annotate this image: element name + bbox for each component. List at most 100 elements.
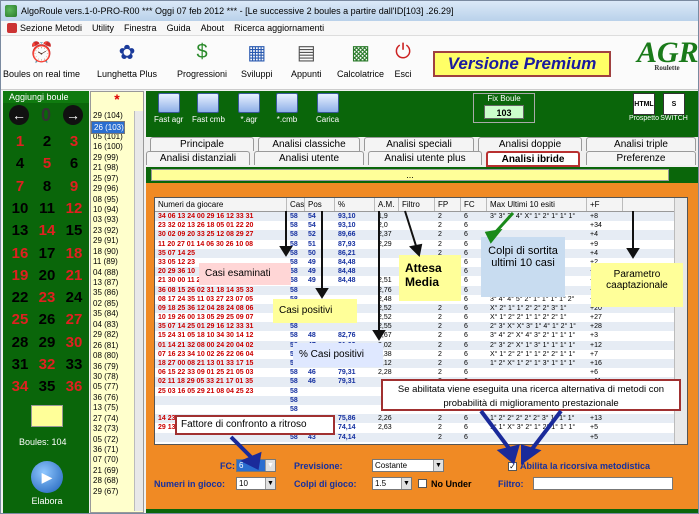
number-7[interactable]: 7	[7, 176, 33, 198]
history-item[interactable]: 13 (87)	[91, 278, 135, 288]
number-30[interactable]: 30	[61, 332, 87, 354]
no-under-checkbox[interactable]	[418, 479, 427, 488]
number-12[interactable]: 12	[61, 198, 87, 220]
history-item[interactable]: 29 (96)	[91, 184, 135, 194]
history-item[interactable]: 29 (67)	[91, 487, 135, 497]
history-item[interactable]: 28 (68)	[91, 476, 135, 486]
table-row[interactable]: 23 32 02 13 26 18 05 01 22 20 58 54 93,10 2,…	[155, 221, 675, 230]
number-11[interactable]: 11	[34, 198, 60, 220]
numeri-select[interactable]: 10 ▼	[236, 477, 276, 490]
history-item[interactable]: 26 (81)	[91, 341, 135, 351]
fastcmb-button[interactable]: Fast cmb	[192, 93, 225, 124]
sviluppi-button[interactable]: ▦ Sviluppi	[241, 38, 273, 80]
grid-header-2[interactable]: Pos	[305, 198, 335, 211]
table-row[interactable]: 18 27 00 08 21 13 01 33 17 15584781,032,…	[155, 359, 675, 369]
fix-boule-value[interactable]: 103	[484, 105, 524, 119]
history-item[interactable]: 16 (100)	[91, 142, 135, 152]
grid-header-8[interactable]: Max Ultimi 10 esiti	[487, 198, 587, 211]
history-item[interactable]: 36 (76)	[91, 393, 135, 403]
colpi-select[interactable]: 1.5 ▼	[372, 477, 412, 490]
tab-principale[interactable]: Principale	[150, 137, 254, 151]
history-item[interactable]: 29 (99)	[91, 153, 135, 163]
history-item[interactable]: 32 (73)	[91, 424, 135, 434]
number-5[interactable]: 5	[34, 153, 60, 175]
grid-header-5[interactable]: Filtro	[399, 198, 435, 211]
grid-header-3[interactable]: %	[335, 198, 375, 211]
table-row[interactable]: 15 24 31 05 18 10 34 30 14 12 58 48 82,76 2,…	[155, 331, 675, 340]
number-2[interactable]: 2	[34, 131, 60, 153]
agr-button[interactable]: *.agr	[238, 93, 260, 124]
history-item[interactable]: 25 (97)	[91, 174, 135, 184]
ricorsiva-checkbox[interactable]: ✓	[508, 462, 517, 471]
tab-analisi-distanziali[interactable]: Analisi distanziali	[146, 151, 250, 165]
grid-header-10[interactable]	[623, 198, 675, 211]
history-item[interactable]: 27 (74)	[91, 414, 135, 424]
history-item[interactable]: 02 (85)	[91, 299, 135, 309]
menu-ricerca-aggiornamenti[interactable]: Ricerca aggiornamenti	[234, 23, 324, 33]
history-item[interactable]: 23 (92)	[91, 226, 135, 236]
number-17[interactable]: 17	[34, 243, 60, 265]
esci-button[interactable]: ⏻ Esci	[389, 38, 417, 80]
tab-analisi-doppie[interactable]: Analisi doppie	[478, 137, 582, 151]
history-item[interactable]: 21 (98)	[91, 163, 135, 173]
history-item[interactable]: 04 (88)	[91, 268, 135, 278]
grid-header-7[interactable]: FC	[461, 198, 487, 211]
history-item[interactable]: 05 (77)	[91, 382, 135, 392]
number-19[interactable]: 19	[7, 265, 33, 287]
switch-button[interactable]: S SWITCH	[660, 93, 688, 123]
tab-analisi-classiche[interactable]: Analisi classiche	[258, 137, 360, 151]
cmb-button[interactable]: *.cmb	[276, 93, 298, 124]
number-15[interactable]: 15	[61, 220, 87, 242]
number-32[interactable]: 32	[34, 354, 60, 376]
number-3[interactable]: 3	[61, 131, 87, 153]
history-item[interactable]: 07 (70)	[91, 455, 135, 465]
grid-header-9[interactable]: +F	[587, 198, 623, 211]
history-item[interactable]: 35 (84)	[91, 309, 135, 319]
tab-analisi-triple[interactable]: Analisi triple	[586, 137, 696, 151]
tab-analisi-speciali[interactable]: Analisi speciali	[364, 137, 474, 151]
table-row[interactable]: 10 19 26 00 13 05 29 25 09 07582,5226X° …	[155, 313, 675, 322]
history-item[interactable]: 13 (75)	[91, 403, 135, 413]
grid-header-1[interactable]: Casi	[287, 198, 305, 211]
number-16[interactable]: 16	[7, 243, 33, 265]
number-24[interactable]: 24	[61, 287, 87, 309]
number-8[interactable]: 8	[34, 176, 60, 198]
table-row[interactable]: 11 20 27 01 14 06 30 26 10 08 58 51 87,93 2,…	[155, 240, 675, 249]
history-scrollbar[interactable]	[134, 111, 143, 511]
history-item[interactable]: 29 (91)	[91, 236, 135, 246]
number-22[interactable]: 22	[7, 287, 33, 309]
boules-on-real-time-button[interactable]: ⏰ Boules on real time	[3, 38, 80, 80]
prev-arrow-icon[interactable]: ←	[9, 105, 29, 125]
table-row[interactable]: 07 16 23 34 10 02 26 22 06 04584781,032,…	[155, 350, 675, 359]
menu-utility[interactable]: Utility	[92, 23, 114, 33]
menu-guida[interactable]: Guida	[167, 23, 191, 33]
tab-analisi-ibride[interactable]: Analisi ibride	[486, 151, 580, 167]
next-arrow-icon[interactable]: →	[63, 105, 83, 125]
grid-header-4[interactable]: A.M.	[375, 198, 399, 211]
history-item[interactable]: 05 (72)	[91, 435, 135, 445]
number-4[interactable]: 4	[7, 153, 33, 175]
history-item[interactable]: 18 (90)	[91, 247, 135, 257]
history-item[interactable]: 36 (71)	[91, 445, 135, 455]
number-9[interactable]: 9	[61, 176, 87, 198]
number-27[interactable]: 27	[61, 309, 87, 331]
number-33[interactable]: 33	[61, 354, 87, 376]
menu-finestra[interactable]: Finestra	[124, 23, 157, 33]
tab-analisi-utente[interactable]: Analisi utente	[254, 151, 364, 165]
menu-about[interactable]: About	[201, 23, 225, 33]
history-item[interactable]: 04 (83)	[91, 320, 135, 330]
previsione-select[interactable]: Costante ▼	[372, 459, 444, 472]
menu-sezione-metodi[interactable]: Sezione Metodi	[7, 23, 82, 33]
prospetto-button[interactable]: HTML Prospetto	[629, 93, 659, 123]
history-item[interactable]: 03 (93)	[91, 215, 135, 225]
history-item[interactable]: 08 (80)	[91, 351, 135, 361]
number-20[interactable]: 20	[34, 265, 60, 287]
grid-header-6[interactable]: FP	[435, 198, 461, 211]
history-item[interactable]: 35 (86)	[91, 288, 135, 298]
number-23[interactable]: 23	[34, 287, 60, 309]
number-1[interactable]: 1	[7, 131, 33, 153]
history-item[interactable]: 11 (89)	[91, 257, 135, 267]
number-28[interactable]: 28	[7, 332, 33, 354]
history-item[interactable]: 10 (94)	[91, 205, 135, 215]
number-25[interactable]: 25	[7, 309, 33, 331]
